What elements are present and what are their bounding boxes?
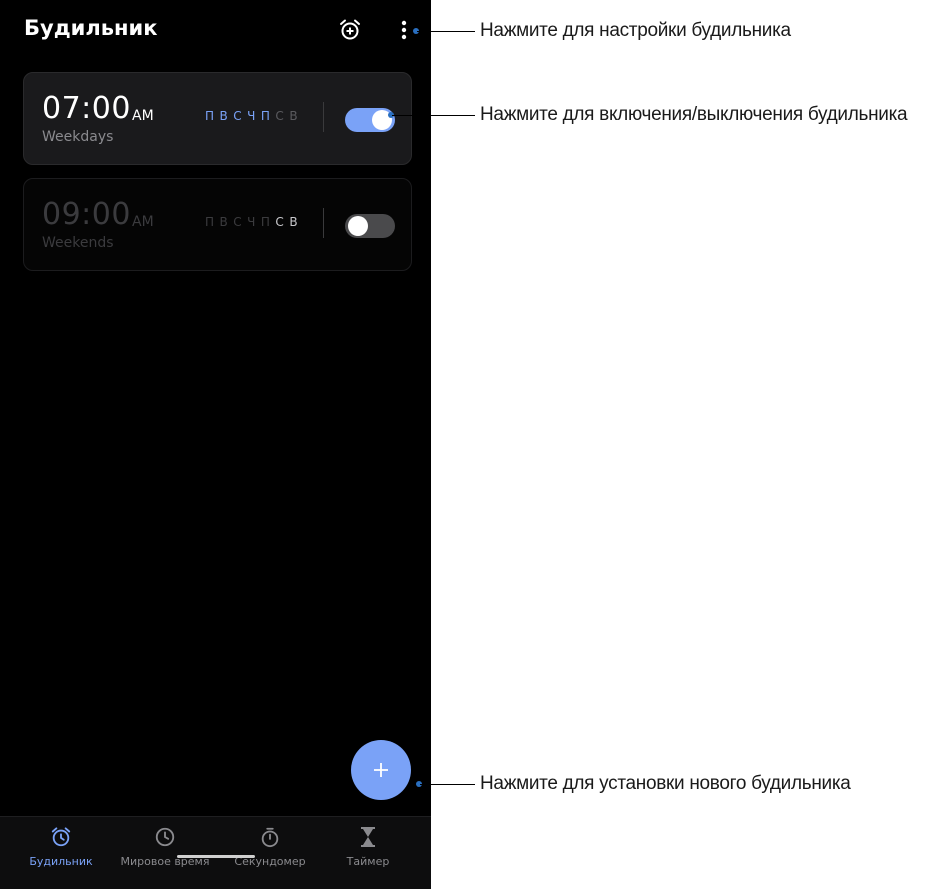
alarm-card[interactable]: 07:00 AM Weekdays П В С Ч П С В [23,72,412,165]
more-vertical-icon[interactable] [396,18,412,42]
nav-label: Таймер [346,855,390,868]
stopwatch-icon [259,825,281,849]
alarm-time: 09:00 [42,197,131,232]
bottom-nav: Будильник Мировое время Секундомер Тайме… [0,816,431,889]
day-fri: П [260,215,271,229]
add-alarm-button[interactable] [351,740,411,800]
alarm-card[interactable]: 09:00 AM Weekends П В С Ч П С В [23,178,412,271]
phone-screen: Будильник 07:00 AM Weekdays П В С Ч П С … [0,0,431,889]
day-thu: Ч [247,215,256,229]
plus-icon [374,763,388,777]
callout-settings: Нажмите для настройки будильника [480,20,791,41]
alarm-toggle[interactable] [345,214,395,238]
nav-item-world-clock[interactable]: Мировое время [111,825,219,873]
nav-item-alarm[interactable]: Будильник [7,825,115,873]
alarm-toggle[interactable] [345,108,395,132]
day-sun: В [289,109,299,123]
alarm-label: Weekdays [42,129,114,145]
alarm-ampm: AM [132,108,154,124]
day-sat: С [275,215,285,229]
hourglass-icon [359,825,377,849]
day-mon: П [205,215,215,229]
alarm-label: Weekends [42,235,114,251]
day-wed: С [233,109,243,123]
alarm-add-icon[interactable] [338,18,362,42]
day-mon: П [205,109,215,123]
alarm-icon [50,825,72,849]
app-title: Будильник [24,16,158,40]
day-thu: Ч [247,109,256,123]
day-wed: С [233,215,243,229]
alarm-time: 07:00 [42,91,131,126]
nav-label: Будильник [29,855,93,868]
clock-icon [154,825,176,849]
alarm-days: П В С Ч П С В [205,215,298,229]
day-sat: С [275,109,285,123]
alarm-days: П В С Ч П С В [205,109,298,123]
nav-item-timer[interactable]: Таймер [314,825,422,873]
day-tue: В [219,109,229,123]
callout-line [417,31,475,32]
home-indicator [177,855,255,858]
callout-line [392,115,475,116]
day-fri: П [260,109,271,123]
day-sun: В [289,215,299,229]
divider [323,208,324,238]
day-tue: В [219,215,229,229]
callout-toggle: Нажмите для включения/выключения будильн… [480,104,908,125]
toggle-knob [348,216,368,236]
nav-item-stopwatch[interactable]: Секундомер [216,825,324,873]
divider [323,102,324,132]
callout-line [420,784,475,785]
callout-new-alarm: Нажмите для установки нового будильника [480,773,851,794]
alarm-ampm: AM [132,214,154,230]
